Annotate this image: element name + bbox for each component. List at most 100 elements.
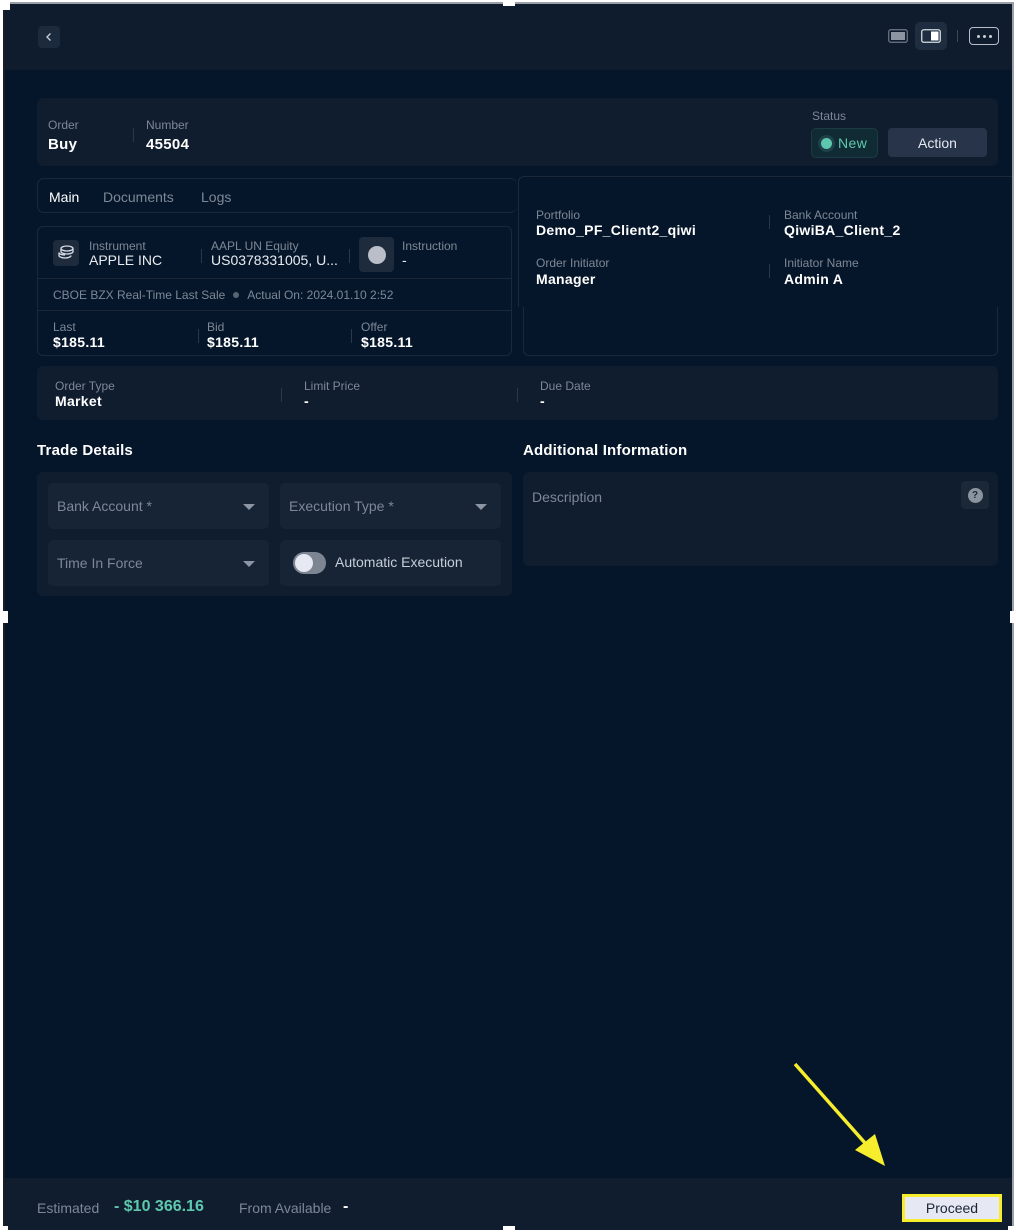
circle-icon <box>367 245 386 264</box>
ticker-value: US0378331005, U... <box>211 252 338 268</box>
help-button[interactable]: ? <box>961 481 989 509</box>
divider <box>349 249 350 263</box>
execution-type-placeholder: Execution Type * <box>289 498 394 514</box>
caret-down-icon <box>243 504 255 510</box>
crop-handle <box>1008 1226 1016 1232</box>
bank-account-value: QiwiBA_Client_2 <box>784 222 901 238</box>
automatic-execution-field: Automatic Execution <box>280 540 501 586</box>
order-details-panel: Portfolio Demo_PF_Client2_qiwi Bank Acco… <box>518 176 1012 307</box>
annotation-arrow-icon <box>793 1062 885 1166</box>
initiator-name-value: Admin A <box>784 271 844 287</box>
order-type-label: Order Type <box>55 379 115 393</box>
last-price-value: $185.11 <box>53 334 105 350</box>
order-type-value: Market <box>55 393 102 409</box>
top-bar <box>5 4 1012 70</box>
automatic-execution-toggle[interactable] <box>293 552 326 574</box>
divider <box>38 278 511 279</box>
bid-price-value: $185.11 <box>207 334 259 350</box>
due-date-value: - <box>540 393 545 409</box>
split-panel-icon <box>921 29 941 43</box>
crop-handle <box>0 0 10 10</box>
execution-type-select[interactable]: Execution Type * <box>280 483 501 529</box>
bank-account-select[interactable]: Bank Account * <box>48 483 269 529</box>
crop-handle <box>503 0 515 6</box>
portfolio-value: Demo_PF_Client2_qiwi <box>536 222 697 238</box>
instruction-label: Instruction <box>402 239 458 253</box>
details-panel-frame <box>523 306 998 356</box>
ellipsis-dot <box>988 34 992 38</box>
portfolio-label: Portfolio <box>536 208 581 222</box>
ellipsis-icon <box>976 34 980 38</box>
bank-account-label: Bank Account <box>784 208 858 222</box>
order-initiator-label: Order Initiator <box>536 256 610 270</box>
divider <box>38 310 511 311</box>
from-available-label: From Available <box>239 1200 332 1216</box>
estimated-value: - $10 366.16 <box>114 1198 204 1215</box>
chevron-left-icon <box>46 33 51 41</box>
toolbar-divider <box>957 30 958 42</box>
limit-price-label: Limit Price <box>304 379 361 393</box>
crop-handle <box>0 1226 8 1232</box>
description-placeholder: Description <box>532 489 603 505</box>
instruction-button[interactable] <box>359 237 394 272</box>
toggle-knob <box>295 554 313 572</box>
feed-source: CBOE BZX Real-Time Last Sale <box>53 288 226 302</box>
status-badge: New <box>811 128 878 158</box>
bank-account-placeholder: Bank Account * <box>57 498 152 514</box>
tab-main[interactable]: Main <box>49 189 79 205</box>
last-price-label: Last <box>53 320 76 334</box>
status-text: New <box>838 135 868 151</box>
time-in-force-select[interactable]: Time In Force <box>48 540 269 586</box>
tab-bar: Main Documents Logs <box>37 178 517 213</box>
automatic-execution-label: Automatic Execution <box>335 553 463 570</box>
order-window: Order Buy Number 45504 Status New Action… <box>3 2 1014 1230</box>
time-in-force-placeholder: Time In Force <box>57 555 143 571</box>
question-circle-icon: ? <box>967 487 983 503</box>
divider <box>201 249 202 263</box>
initiator-name-label: Initiator Name <box>784 256 859 270</box>
divider <box>281 388 282 402</box>
divider <box>198 329 199 343</box>
price-feed-info: CBOE BZX Real-Time Last Sale Actual On: 2… <box>53 288 393 302</box>
caret-down-icon <box>475 504 487 510</box>
instrument-icon-box <box>53 240 79 266</box>
divider <box>769 264 770 278</box>
crop-handle <box>1010 611 1016 623</box>
split-panel-view-button[interactable] <box>915 22 947 50</box>
order-label: Order <box>48 118 79 132</box>
offer-price-value: $185.11 <box>361 334 413 350</box>
instrument-panel: Instrument APPLE INC AAPL UN Equity US03… <box>37 226 512 356</box>
number-label: Number <box>146 118 189 132</box>
from-available-value: - <box>343 1198 349 1215</box>
ellipsis-dot <box>982 34 986 38</box>
trade-details-card: Bank Account * Execution Type * Time In … <box>37 472 512 596</box>
order-params-card: Order Type Market Limit Price - Due Date… <box>37 366 998 420</box>
action-button[interactable]: Action <box>888 128 987 157</box>
coins-stack-icon <box>58 245 74 259</box>
order-value: Buy <box>48 136 78 153</box>
tab-logs[interactable]: Logs <box>201 189 231 205</box>
more-options-button[interactable] <box>969 27 999 45</box>
proceed-button[interactable]: Proceed <box>902 1194 1002 1222</box>
single-panel-icon <box>888 29 908 43</box>
instrument-label: Instrument <box>89 239 146 253</box>
due-date-label: Due Date <box>540 379 591 393</box>
bid-price-label: Bid <box>207 320 225 334</box>
trade-details-title: Trade Details <box>37 442 133 459</box>
divider <box>351 329 352 343</box>
instruction-value: - <box>402 252 407 268</box>
divider <box>133 128 134 142</box>
caret-down-icon <box>243 561 255 567</box>
divider <box>769 215 770 229</box>
instrument-name: APPLE INC <box>89 252 163 268</box>
tab-documents[interactable]: Documents <box>103 189 174 205</box>
description-field[interactable]: Description ? <box>523 472 998 566</box>
single-panel-view-button[interactable] <box>887 26 909 46</box>
estimated-label: Estimated <box>37 1200 100 1216</box>
additional-info-title: Additional Information <box>523 442 688 459</box>
ticker-label: AAPL UN Equity <box>211 239 299 253</box>
back-button[interactable] <box>38 26 60 48</box>
offer-price-label: Offer <box>361 320 388 334</box>
actual-on: Actual On: 2024.01.10 2:52 <box>247 288 394 302</box>
number-value: 45504 <box>146 136 190 153</box>
